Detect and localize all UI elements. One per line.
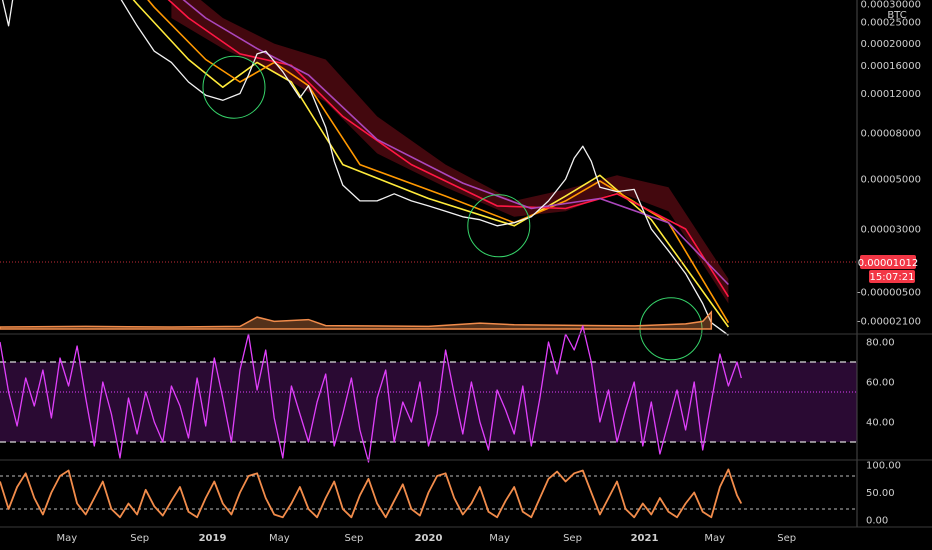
price-tick-label: -0.00000500 xyxy=(857,288,921,299)
last-price-label: 0.00001012 xyxy=(858,258,918,269)
time-tick-label: May xyxy=(56,533,77,544)
time-tick-label: May xyxy=(704,533,725,544)
time-tick-label: Sep xyxy=(344,533,363,544)
time-tick-label: 2020 xyxy=(415,533,443,544)
time-tick-label: May xyxy=(269,533,290,544)
time-tick-label: Sep xyxy=(563,533,582,544)
rsi-tick-label: 40.00 xyxy=(866,418,895,429)
countdown-label: 15:07:21 xyxy=(870,272,915,283)
time-tick-label: Sep xyxy=(130,533,149,544)
price-tick-label: 0.00003000 xyxy=(861,225,921,236)
price-tick-label: -0.00002100 xyxy=(857,317,921,328)
time-tick-label: May xyxy=(489,533,510,544)
price-tick-label: 0.00016000 xyxy=(861,61,921,72)
chart: BTC 0.000300000.000250000.000200000.0001… xyxy=(0,0,932,550)
price-tick-label: 0.00005000 xyxy=(861,175,921,186)
time-tick-label: 2021 xyxy=(631,533,659,544)
time-tick-label: 2019 xyxy=(199,533,227,544)
price-tick-label: 0.00012000 xyxy=(861,89,921,100)
chart-background xyxy=(0,0,932,550)
price-tick-label: 0.00025000 xyxy=(861,17,921,28)
stoch-tick-label: 50.00 xyxy=(866,488,895,499)
rsi-tick-label: 80.00 xyxy=(866,338,895,349)
price-tick-label: 0.00008000 xyxy=(861,129,921,140)
price-tick-label: 0.00020000 xyxy=(861,39,921,50)
time-tick-label: Sep xyxy=(777,533,796,544)
price-tick-label: 0.00030000 xyxy=(861,0,921,11)
stoch-tick-label: 100.00 xyxy=(866,461,901,472)
stoch-tick-label: 0.00 xyxy=(866,516,888,527)
rsi-tick-label: 60.00 xyxy=(866,378,895,389)
